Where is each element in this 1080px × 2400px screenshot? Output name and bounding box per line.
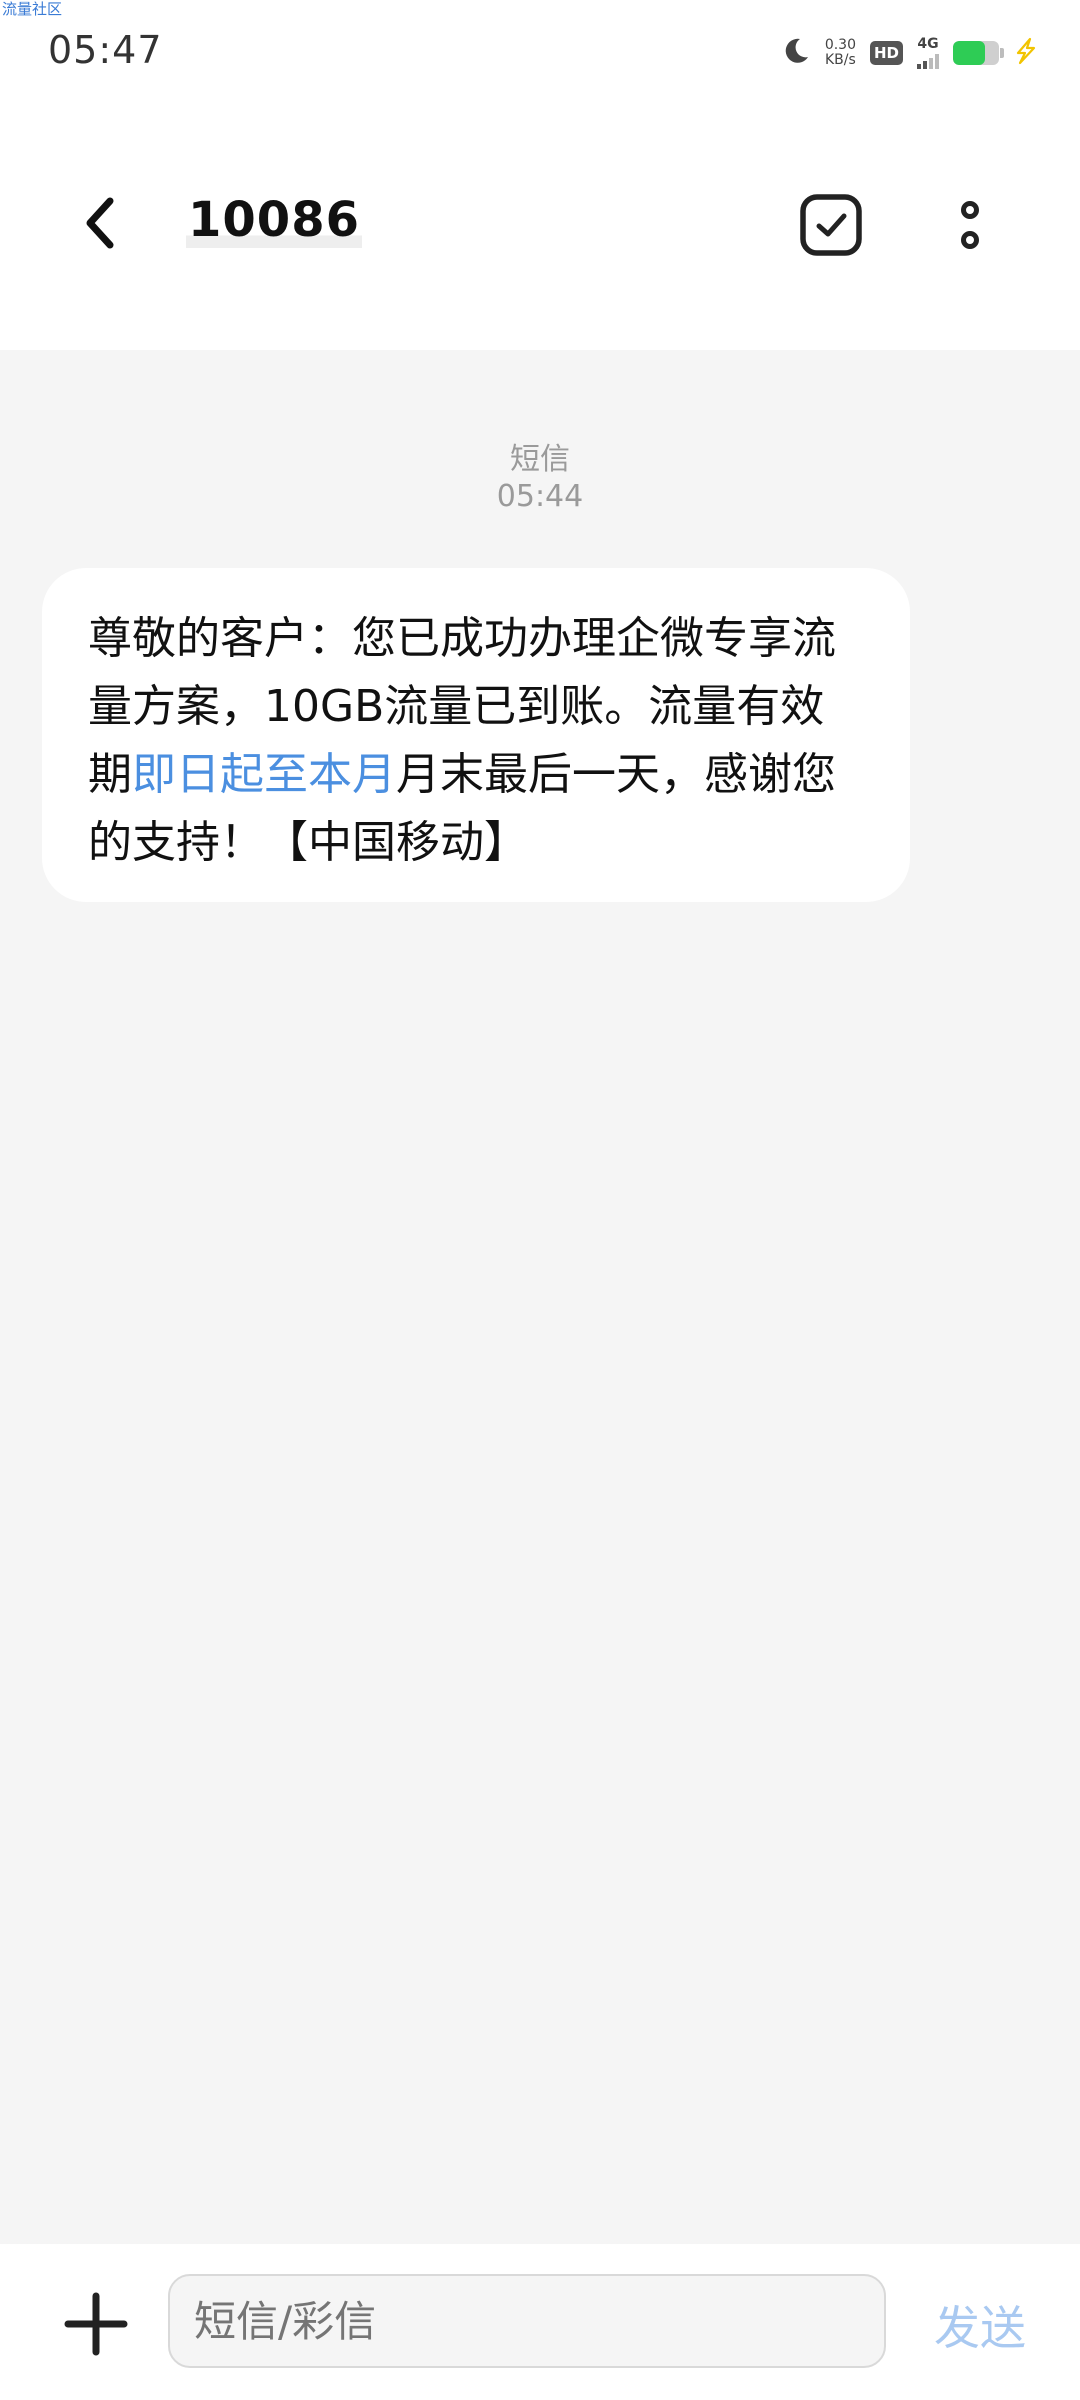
date-link[interactable]: 即日起至本月 xyxy=(132,749,396,800)
more-options-button[interactable] xyxy=(945,192,995,258)
send-button[interactable]: 发送 xyxy=(934,2292,1026,2358)
message-timestamp: 05:44 xyxy=(496,479,584,514)
network-type: 4G xyxy=(917,36,939,52)
status-icons: 0.30 KB/s HD 4G xyxy=(781,28,1040,78)
checkbox-select-icon xyxy=(798,194,864,262)
speed-unit: KB/s xyxy=(825,52,856,68)
signal-icon xyxy=(917,53,939,69)
speed-value: 0.30 xyxy=(824,37,856,53)
battery-icon xyxy=(953,36,1040,70)
hd-badge: HD xyxy=(869,41,903,65)
back-arrow-icon xyxy=(80,195,120,255)
message-bubble[interactable]: 尊敬的客户：您已成功办理企微专享流量方案，10GB流量已到账。流量有效期即日起至… xyxy=(42,568,910,902)
conversation-title: 10086 xyxy=(186,192,362,248)
moon-icon xyxy=(781,36,811,70)
select-mode-button[interactable] xyxy=(798,192,864,258)
network-speed: 0.30 KB/s xyxy=(825,38,856,68)
charging-icon xyxy=(1010,36,1040,70)
more-vertical-icon xyxy=(961,201,979,219)
attach-button[interactable] xyxy=(60,2288,132,2360)
plus-icon xyxy=(60,2292,132,2364)
watermark-text: 流量社区 xyxy=(2,0,63,18)
status-time: 05:47 xyxy=(48,28,163,72)
back-button[interactable] xyxy=(70,190,130,260)
message-type-label: 短信 xyxy=(510,442,570,477)
network-indicator: 4G xyxy=(917,37,939,69)
battery-level-fill xyxy=(953,41,986,65)
message-input[interactable] xyxy=(168,2274,886,2368)
